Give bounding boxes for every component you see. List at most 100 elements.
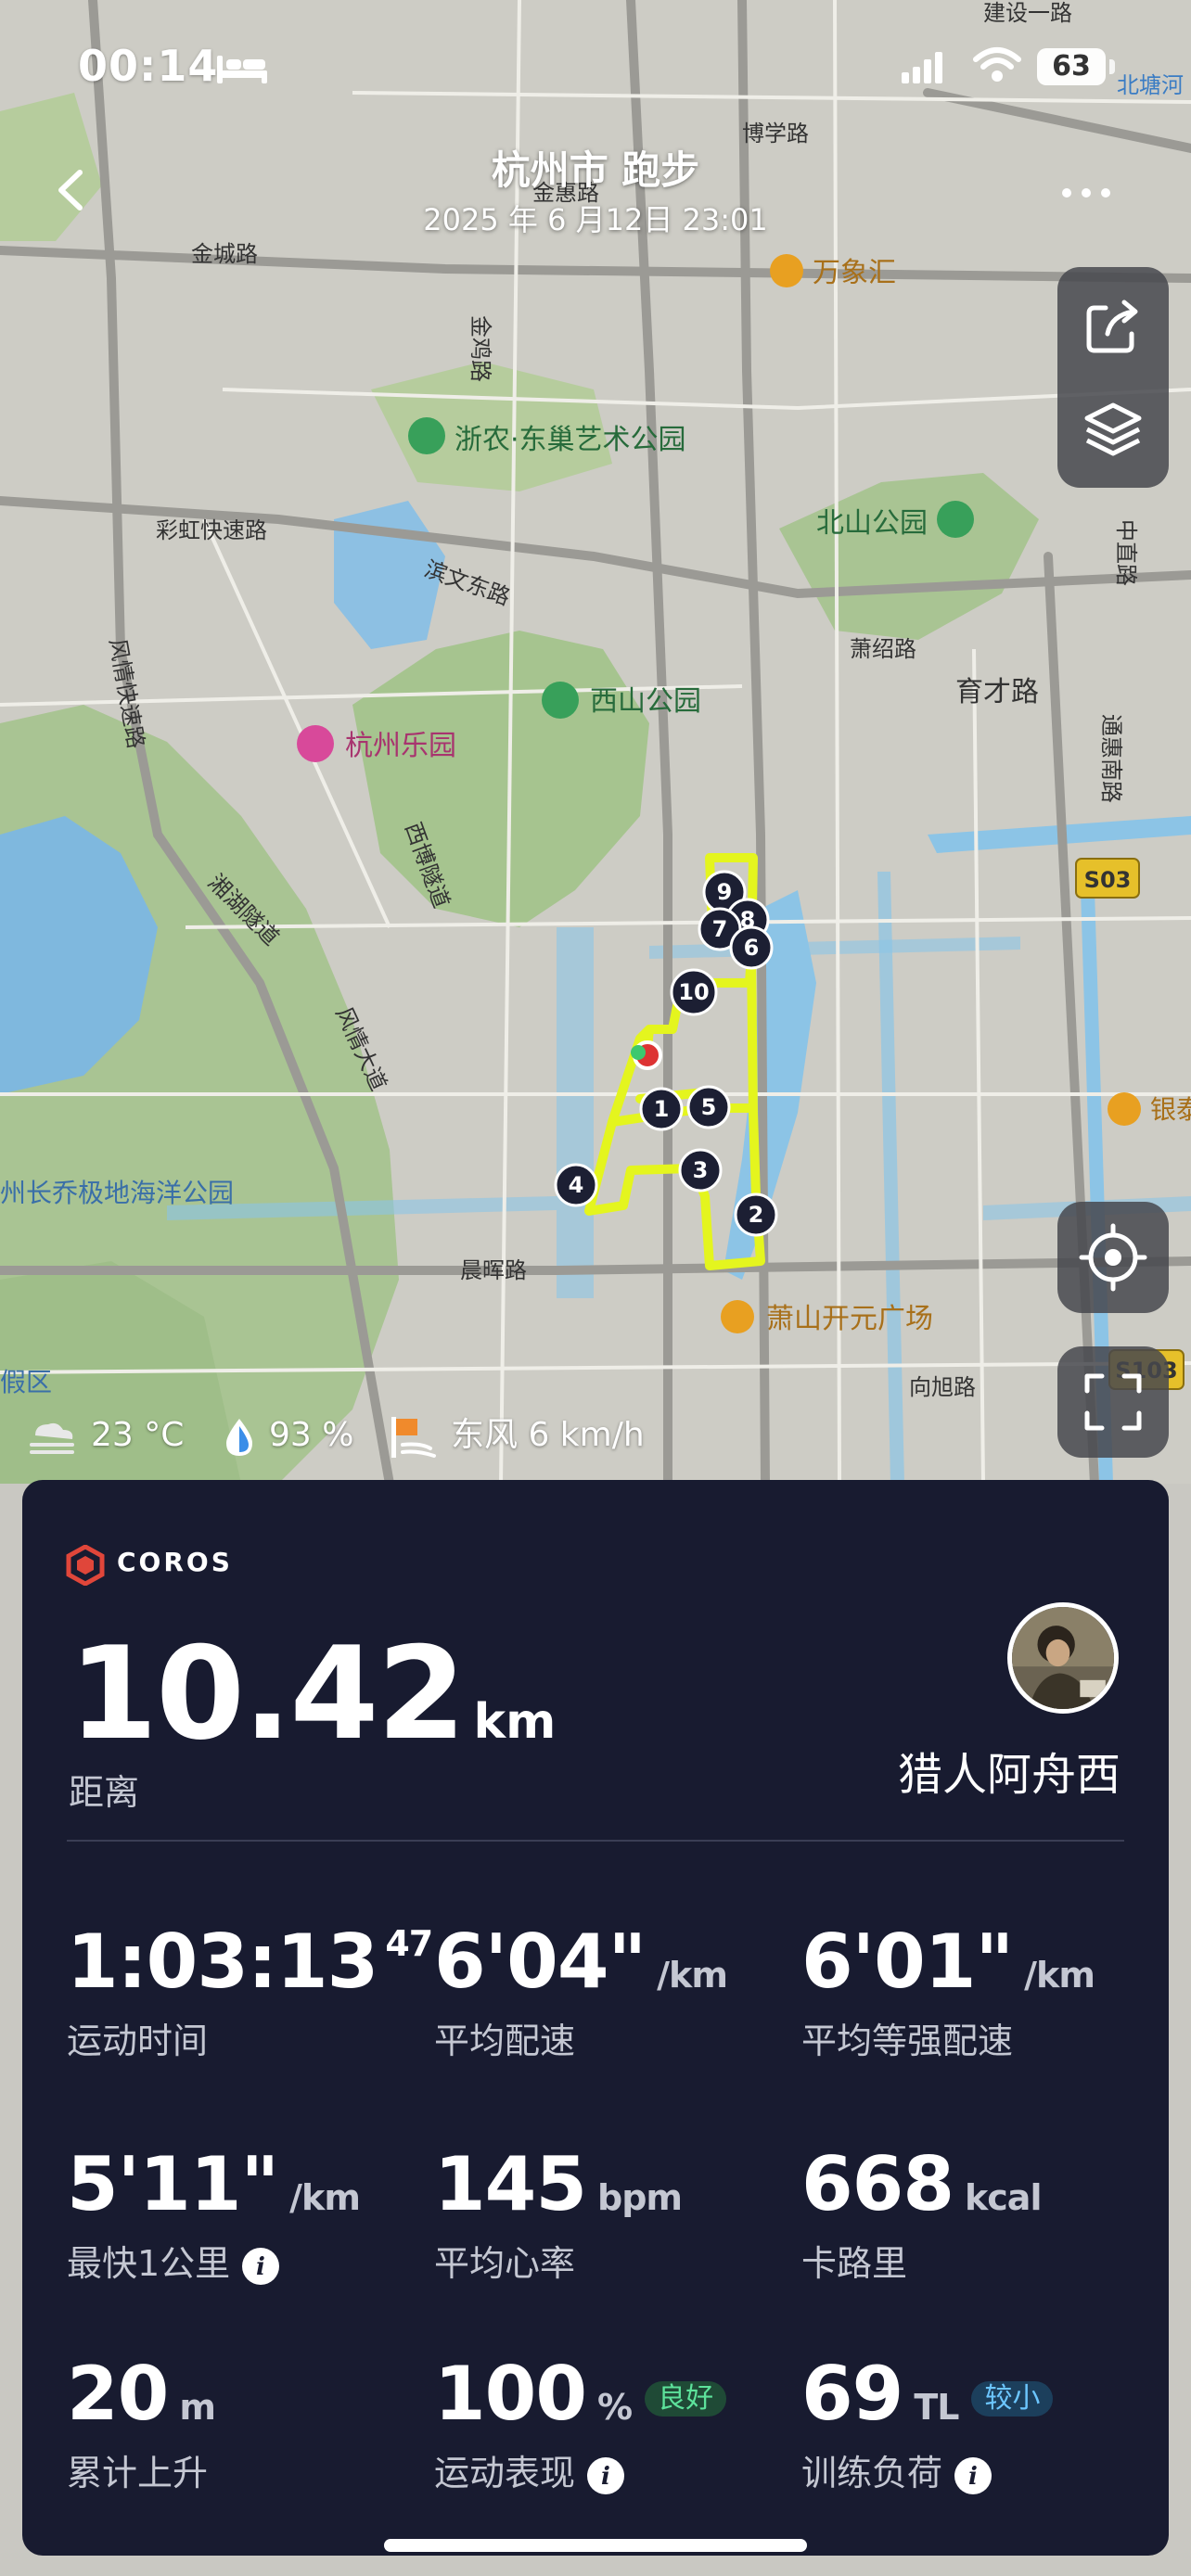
map-layers-icon[interactable] (1057, 377, 1169, 488)
km-label-4: 4 (569, 1172, 584, 1198)
map-label: 万象汇 (813, 257, 896, 289)
svg-text:i: i (256, 2253, 265, 2281)
stat-value: 20 (67, 2351, 169, 2437)
stat-label: 运动表现 (434, 2453, 576, 2493)
shopping-pin-icon (721, 1300, 754, 1333)
stat-label: 平均等强配速 (801, 2021, 1014, 2061)
stat-value: 6'04" (434, 1919, 647, 2005)
end-point-marker (631, 1045, 646, 1060)
info-icon[interactable]: i (954, 2456, 992, 2495)
map-label: 萧山开元广场 (766, 1303, 933, 1335)
km-label-5: 5 (701, 1094, 717, 1120)
map-tool-group (1057, 267, 1169, 488)
map-label: 浙农·东巢艺术公园 (455, 424, 686, 456)
stat-unit: TL (914, 2387, 959, 2428)
stat-label: 卡路里 (801, 2243, 908, 2284)
map-label: 通惠南路 (1098, 714, 1124, 803)
status-time: 00:14 (78, 41, 219, 91)
stat-unit: bpm (597, 2177, 683, 2218)
stat-label: 运动时间 (67, 2021, 209, 2061)
km-label-10: 10 (678, 979, 709, 1005)
stat-unit: kcal (965, 2177, 1042, 2218)
performance-badge: 良好 (645, 2381, 727, 2417)
page-title: 杭州市 跑步 (491, 147, 700, 193)
stat-unit: /km (1024, 1955, 1095, 1996)
stat-calories: 668 kcal 卡路里 (801, 2138, 1154, 2287)
stat-avg-pace: 6'04"/km 平均配速 (434, 1916, 787, 2064)
stat-label: 累计上升 (67, 2453, 209, 2493)
wind: 东风 6 km/h (451, 1416, 645, 1454)
map-label: 中直路 (1113, 519, 1139, 586)
km-label-6: 6 (744, 935, 760, 961)
cloud-icon (30, 1422, 74, 1454)
stat-avg-grade-adjusted-pace: 6'01"/km 平均等强配速 (801, 1916, 1154, 2064)
stat-label: 平均心率 (434, 2243, 576, 2284)
stat-training-load: 69 TL 较小 训练负荷 i (801, 2348, 1154, 2496)
fullscreen-icon[interactable] (1057, 1346, 1169, 1458)
wind-icon (391, 1417, 436, 1458)
locate-icon[interactable] (1057, 1202, 1169, 1313)
park-pin-icon (408, 417, 445, 454)
sleep-focus-icon (217, 56, 267, 83)
km-label-3: 3 (693, 1157, 709, 1183)
coros-logo-icon (66, 1545, 105, 1586)
svg-text:i: i (601, 2463, 610, 2491)
divider (67, 1840, 1124, 1842)
shopping-pin-icon (770, 254, 803, 287)
amusement-pin-icon (297, 725, 334, 762)
stat-label: 最快1公里 (67, 2243, 231, 2284)
page-header: 杭州市 跑步 2025 年 6 月12日 23:01 (0, 130, 1191, 250)
km-label-9: 9 (717, 879, 733, 905)
stat-unit: /km (657, 1955, 728, 1996)
stat-duration: 1:03:13 47 运动时间 (67, 1916, 433, 2064)
training-load-badge: 较小 (971, 2381, 1054, 2417)
svg-text:i: i (968, 2463, 978, 2491)
map-label: 假区 (0, 1367, 52, 1397)
humidity: 93 % (269, 1416, 354, 1454)
map-label: 萧绍路 (850, 636, 916, 662)
status-bar: 00:14 63 (0, 0, 1191, 130)
stat-fastest-km: 5'11"/km 最快1公里 i (67, 2138, 419, 2287)
map-label: 西山公园 (590, 685, 701, 718)
avatar[interactable] (1007, 1602, 1119, 1714)
humidity-icon (226, 1419, 252, 1456)
distance-label: 距离 (69, 1772, 140, 1813)
km-label-1: 1 (654, 1096, 670, 1122)
map-label: 州长乔极地海洋公园 (0, 1178, 234, 1208)
map-label: 晨晖路 (460, 1257, 527, 1283)
username[interactable]: 猎人阿舟西 (898, 1738, 1121, 1803)
stat-avg-heart-rate: 145 bpm 平均心率 (434, 2138, 787, 2287)
temperature: 23 °C (91, 1416, 185, 1454)
home-indicator[interactable] (384, 2539, 807, 2552)
stat-performance: 100% 良好 运动表现 i (434, 2348, 787, 2496)
brand-name: COROS (117, 1547, 233, 1577)
weather-bar: 23 °C 93 % 东风 6 km/h (26, 1408, 694, 1463)
stat-unit: % (597, 2387, 633, 2428)
stat-value: 69 (801, 2351, 903, 2437)
wifi-icon (973, 47, 1021, 82)
stat-unit: /km (289, 2177, 361, 2218)
battery-tip (1109, 59, 1115, 74)
map-label: 杭州乐园 (345, 730, 456, 762)
stat-value: 100 (434, 2351, 587, 2437)
distance-value: 10.42 km (69, 1619, 556, 1768)
stat-value: 145 (434, 2141, 587, 2227)
highway-label: S03 (1084, 867, 1132, 893)
info-icon[interactable]: i (241, 2247, 280, 2286)
map-label: 金鸡路 (467, 315, 493, 382)
map-label: 育才路 (955, 676, 1039, 708)
info-icon[interactable]: i (586, 2456, 625, 2495)
stat-value: 5'11" (67, 2141, 279, 2227)
activity-datetime: 2025 年 6 月12日 23:01 (423, 202, 768, 237)
battery-level: 63 (1037, 48, 1106, 85)
stat-value-hundredths: 47 (385, 1923, 433, 1964)
cellular-signal-icon (902, 52, 942, 83)
park-pin-icon (937, 501, 974, 538)
activity-summary-card: COROS 10.42 km 距离 猎人阿舟西 1:03:13 47 运动时间 6'… (22, 1480, 1169, 2556)
more-options-icon[interactable] (1054, 174, 1119, 211)
map-label: 向旭路 (909, 1374, 976, 1400)
share-icon[interactable] (1057, 267, 1169, 377)
km-label-2: 2 (749, 1202, 764, 1228)
stat-value: 668 (801, 2141, 954, 2227)
distance-number: 10.42 (69, 1619, 467, 1768)
